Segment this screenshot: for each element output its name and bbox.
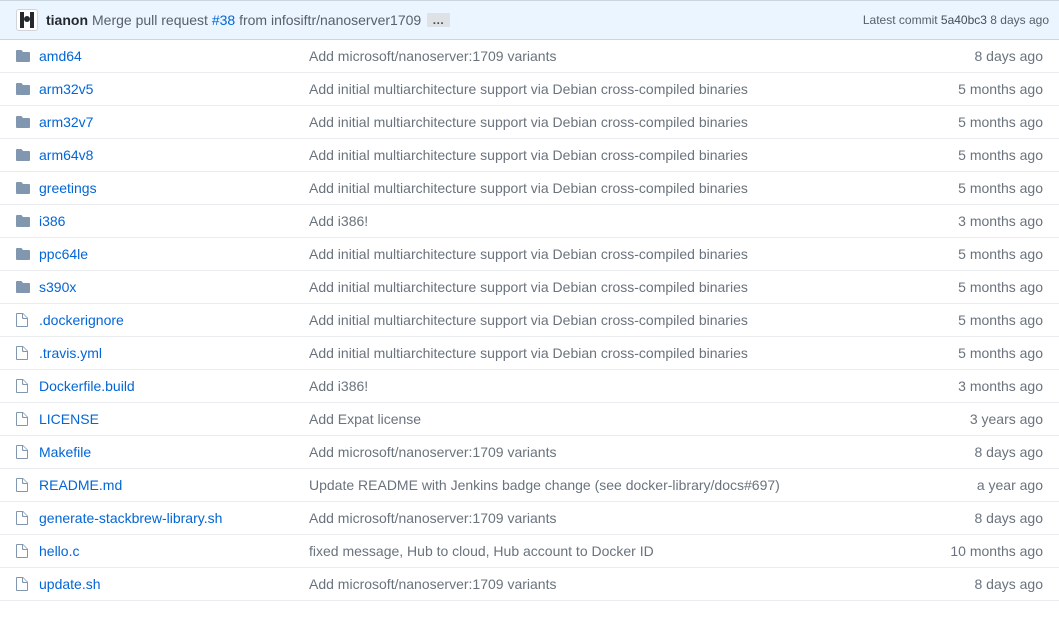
commit-message-link[interactable]: Add initial multiarchitecture support vi… <box>309 114 748 130</box>
file-row: arm32v7 Add initial multiarchitecture sup… <box>0 106 1059 139</box>
commit-message-link[interactable]: Add microsoft/nanoserver:1709 variants <box>309 576 556 592</box>
file-link[interactable]: greetings <box>39 180 97 196</box>
file-row: update.sh Add microsoft/nanoserver:1709 v… <box>0 568 1059 601</box>
file-link[interactable]: hello.c <box>39 543 79 559</box>
commit-message-link[interactable]: Add Expat license <box>309 411 421 427</box>
file-icon <box>0 337 37 370</box>
latest-commit-info: Latest commit 5a40bc3 8 days ago <box>863 13 1049 27</box>
expand-commit-message-button[interactable]: … <box>427 13 450 27</box>
file-row: .travis.yml Add initial multiarchitecture… <box>0 337 1059 370</box>
folder-icon <box>0 238 37 271</box>
file-row: README.md Update README with Jenkins badg… <box>0 469 1059 502</box>
commit-message-link[interactable]: Update README with Jenkins badge change … <box>309 477 780 493</box>
file-time: 5 months ago <box>911 106 1059 139</box>
file-time: a year ago <box>911 469 1059 502</box>
file-row: amd64 Add microsoft/nanoserver:1709 varia… <box>0 40 1059 73</box>
folder-icon <box>0 106 37 139</box>
file-link[interactable]: .dockerignore <box>39 312 124 328</box>
pr-link[interactable]: #38 <box>212 12 235 28</box>
commit-message[interactable]: Merge pull request #38 from infosiftr/na… <box>92 12 421 28</box>
commit-message-link[interactable]: Add i386! <box>309 213 368 229</box>
file-time: 5 months ago <box>911 271 1059 304</box>
file-row: LICENSE Add Expat license 3 years ago <box>0 403 1059 436</box>
commit-message-link[interactable]: Add microsoft/nanoserver:1709 variants <box>309 48 556 64</box>
file-link[interactable]: generate-stackbrew-library.sh <box>39 510 222 526</box>
file-link[interactable]: update.sh <box>39 576 101 592</box>
file-time: 3 months ago <box>911 205 1059 238</box>
file-icon <box>0 535 37 568</box>
commit-message-link[interactable]: Add i386! <box>309 378 368 394</box>
file-time: 5 months ago <box>911 337 1059 370</box>
file-time: 8 days ago <box>911 436 1059 469</box>
file-time: 5 months ago <box>911 304 1059 337</box>
file-icon <box>0 436 37 469</box>
file-link[interactable]: Makefile <box>39 444 91 460</box>
commit-sha[interactable]: 5a40bc3 <box>941 13 987 27</box>
commit-message-link[interactable]: Add initial multiarchitecture support vi… <box>309 279 748 295</box>
file-row: s390x Add initial multiarchitecture suppo… <box>0 271 1059 304</box>
file-link[interactable]: .travis.yml <box>39 345 102 361</box>
commit-time: 8 days ago <box>987 13 1049 27</box>
file-icon <box>0 568 37 601</box>
file-time: 5 months ago <box>911 172 1059 205</box>
file-time: 8 days ago <box>911 568 1059 601</box>
file-link[interactable]: i386 <box>39 213 65 229</box>
file-time: 8 days ago <box>911 502 1059 535</box>
commit-message-link[interactable]: fixed message, Hub to cloud, Hub account… <box>309 543 654 559</box>
latest-commit-bar: tianon Merge pull request #38 from infos… <box>0 0 1059 40</box>
file-link[interactable]: arm32v5 <box>39 81 93 97</box>
commit-message-link[interactable]: Add initial multiarchitecture support vi… <box>309 147 748 163</box>
file-link[interactable]: arm64v8 <box>39 147 93 163</box>
commit-message-link[interactable]: Add microsoft/nanoserver:1709 variants <box>309 444 556 460</box>
file-link[interactable]: arm32v7 <box>39 114 93 130</box>
file-row: arm32v5 Add initial multiarchitecture sup… <box>0 73 1059 106</box>
file-link[interactable]: s390x <box>39 279 76 295</box>
file-icon <box>0 370 37 403</box>
commit-message-link[interactable]: Add microsoft/nanoserver:1709 variants <box>309 510 556 526</box>
file-list: amd64 Add microsoft/nanoserver:1709 varia… <box>0 40 1059 601</box>
file-link[interactable]: README.md <box>39 477 122 493</box>
file-time: 5 months ago <box>911 139 1059 172</box>
file-row: Dockerfile.build Add i386! 3 months ago <box>0 370 1059 403</box>
file-time: 3 months ago <box>911 370 1059 403</box>
commit-message-link[interactable]: Add initial multiarchitecture support vi… <box>309 345 748 361</box>
file-row: ppc64le Add initial multiarchitecture sup… <box>0 238 1059 271</box>
commit-message-link[interactable]: Add initial multiarchitecture support vi… <box>309 312 748 328</box>
file-link[interactable]: amd64 <box>39 48 82 64</box>
commit-message-link[interactable]: Add initial multiarchitecture support vi… <box>309 246 748 262</box>
file-icon <box>0 469 37 502</box>
folder-icon <box>0 73 37 106</box>
file-icon <box>0 502 37 535</box>
file-link[interactable]: Dockerfile.build <box>39 378 135 394</box>
file-time: 10 months ago <box>911 535 1059 568</box>
file-row: .dockerignore Add initial multiarchitectu… <box>0 304 1059 337</box>
file-row: hello.c fixed message, Hub to cloud, Hub … <box>0 535 1059 568</box>
folder-icon <box>0 40 37 73</box>
file-time: 5 months ago <box>911 73 1059 106</box>
file-row: generate-stackbrew-library.sh Add microso… <box>0 502 1059 535</box>
file-time: 8 days ago <box>911 40 1059 73</box>
commit-message-link[interactable]: Add initial multiarchitecture support vi… <box>309 81 748 97</box>
file-row: i386 Add i386! 3 months ago <box>0 205 1059 238</box>
file-link[interactable]: LICENSE <box>39 411 99 427</box>
folder-icon <box>0 172 37 205</box>
commit-message-link[interactable]: Add initial multiarchitecture support vi… <box>309 180 748 196</box>
file-time: 3 years ago <box>911 403 1059 436</box>
file-row: greetings Add initial multiarchitecture s… <box>0 172 1059 205</box>
avatar[interactable] <box>16 9 38 31</box>
file-row: arm64v8 Add initial multiarchitecture sup… <box>0 139 1059 172</box>
file-icon <box>0 304 37 337</box>
file-time: 5 months ago <box>911 238 1059 271</box>
file-link[interactable]: ppc64le <box>39 246 88 262</box>
folder-icon <box>0 205 37 238</box>
file-icon <box>0 403 37 436</box>
file-row: Makefile Add microsoft/nanoserver:1709 va… <box>0 436 1059 469</box>
commit-author[interactable]: tianon <box>46 12 88 28</box>
folder-icon <box>0 139 37 172</box>
folder-icon <box>0 271 37 304</box>
